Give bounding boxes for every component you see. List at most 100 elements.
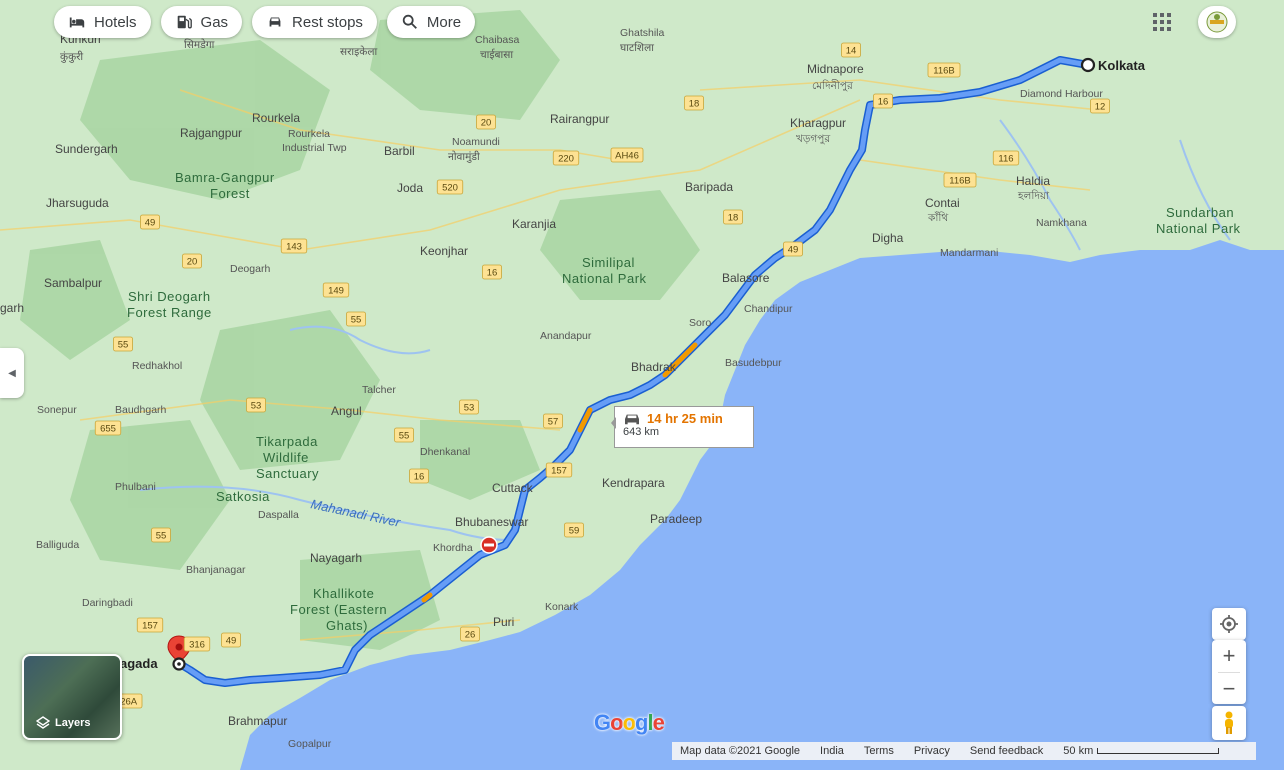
scale-bar[interactable]: 50 km <box>1063 745 1220 757</box>
place-label: Balliguda <box>36 539 79 551</box>
zoom-in-button[interactable]: + <box>1212 640 1246 672</box>
highway-shield: 116B <box>943 172 977 188</box>
hotels-chip[interactable]: Hotels <box>54 6 151 38</box>
highway-shield: 53 <box>246 397 266 413</box>
place-label: National Park <box>562 271 647 286</box>
highway-shield-label: 12 <box>1095 102 1106 113</box>
layers-icon <box>36 716 50 729</box>
place-label: Bhadrak <box>631 360 677 374</box>
scale-bar-line <box>1097 748 1220 754</box>
place-label: Talcher <box>362 384 396 396</box>
highway-shield-label: 316 <box>189 640 205 651</box>
highway-shield-label: 18 <box>728 213 739 224</box>
chevron-left-icon: ◀ <box>8 367 16 379</box>
place-label: Anandapur <box>540 330 592 342</box>
highway-shield-label: 20 <box>481 118 492 129</box>
place-label: Baripada <box>685 180 733 194</box>
place-label: Contai <box>925 196 960 210</box>
highway-shield-label: 220 <box>558 154 574 165</box>
highway-shield-label: 157 <box>142 621 158 632</box>
place-label: Noamundi <box>452 136 500 148</box>
highway-shield: 16 <box>482 264 502 280</box>
place-label: Paradeep <box>650 512 702 526</box>
place-label: Mandarmani <box>940 247 998 259</box>
place-label: Joda <box>397 181 423 195</box>
highway-shield: 16 <box>409 468 429 484</box>
layers-button[interactable]: Layers <box>22 654 122 740</box>
highway-shield: 49 <box>140 214 160 230</box>
place-label: Bamra-Gangpur <box>175 170 275 185</box>
place-label: Chaibasa <box>475 34 520 46</box>
place-label: Gopalpur <box>288 738 332 750</box>
place-label: Bhubaneswar <box>455 515 528 529</box>
place-label: Wildlife <box>263 450 309 465</box>
place-label: Diamond Harbour <box>1020 88 1103 100</box>
place-label: Forest Range <box>127 305 212 320</box>
route-distance: 643 km <box>623 426 660 438</box>
place-label: Tikarpada <box>256 434 318 449</box>
place-label: चाईबासा <box>480 48 513 61</box>
terms-link[interactable]: Terms <box>864 745 894 757</box>
place-label: মেদিনীপুর <box>812 79 854 92</box>
send-feedback-link[interactable]: Send feedback <box>970 745 1043 757</box>
car-icon <box>625 414 639 424</box>
place-label: नोवामुंडी <box>448 150 480 163</box>
place-label: Basudebpur <box>725 357 782 369</box>
zoom-out-button[interactable]: − <box>1212 673 1246 705</box>
more-chip[interactable]: More <box>386 6 476 38</box>
profile-logo-icon <box>1206 11 1228 33</box>
highway-shield-label: 59 <box>569 526 580 537</box>
highway-shield-label: 520 <box>442 183 458 194</box>
highway-shield: 18 <box>684 95 704 111</box>
place-label: Haldia <box>1016 174 1050 188</box>
highway-shield: 20 <box>476 114 496 130</box>
place-label: Khallikote <box>313 586 374 601</box>
highway-shield-label: 53 <box>464 403 475 414</box>
highway-shield: 143 <box>280 238 308 254</box>
place-label: Soro <box>689 317 711 329</box>
highway-shield: 26 <box>460 626 480 642</box>
highway-shield-label: 149 <box>328 286 344 297</box>
street-view-pegman[interactable] <box>1212 706 1246 740</box>
apps-grid-icon[interactable] <box>1150 10 1174 34</box>
gas-pump-icon <box>177 15 192 29</box>
chip-label: Rest stops <box>292 13 363 31</box>
road-closure-icon[interactable] <box>480 536 498 554</box>
place-label: Sonepur <box>37 404 77 416</box>
chip-label: Hotels <box>94 13 137 31</box>
place-label: agada <box>120 656 158 671</box>
collapse-panel-button[interactable]: ◀ <box>0 348 24 398</box>
place-label: খড়গপুর <box>796 133 831 145</box>
map-canvas[interactable]: Kunkuri कुंकुरी सिमडेगा सराइकेला Chaibas… <box>0 0 1284 770</box>
place-label: Ghats) <box>326 618 368 633</box>
pegman-icon <box>1225 711 1233 734</box>
highway-shield: 57 <box>543 413 563 429</box>
place-label: Rourkela <box>288 128 330 140</box>
route-duration: 14 hr 25 min <box>647 411 723 426</box>
route-info-callout[interactable]: 14 hr 25 min 643 km <box>611 406 754 448</box>
highway-shield-label: 16 <box>414 472 425 483</box>
highway-shield: 49 <box>221 632 241 648</box>
highway-shield: 59 <box>564 522 584 538</box>
place-label: सराइकेला <box>340 45 377 58</box>
place-label: Satkosia <box>216 489 270 504</box>
place-label: Phulbani <box>115 481 156 493</box>
google-logo: Google <box>594 710 665 735</box>
origin-marker-icon[interactable] <box>1080 57 1096 73</box>
highway-shield: 53 <box>459 399 479 415</box>
highway-shield-label: 143 <box>286 242 302 253</box>
place-label: Similipal <box>582 255 635 270</box>
highway-shield-label: 116B <box>949 176 970 187</box>
account-avatar[interactable] <box>1198 6 1236 38</box>
highway-shield: 116B <box>927 62 961 78</box>
region-link[interactable]: India <box>820 745 844 757</box>
scale-label: 50 km <box>1063 745 1094 757</box>
privacy-link[interactable]: Privacy <box>914 745 950 757</box>
highway-shield: 55 <box>113 336 133 352</box>
rest-stops-chip[interactable]: Rest stops <box>252 6 377 38</box>
highway-shield: 55 <box>346 311 366 327</box>
gas-chip[interactable]: Gas <box>160 6 243 38</box>
my-location-button[interactable] <box>1212 608 1246 640</box>
place-label: Forest <box>210 186 250 201</box>
highway-shield: 316 <box>183 636 211 652</box>
